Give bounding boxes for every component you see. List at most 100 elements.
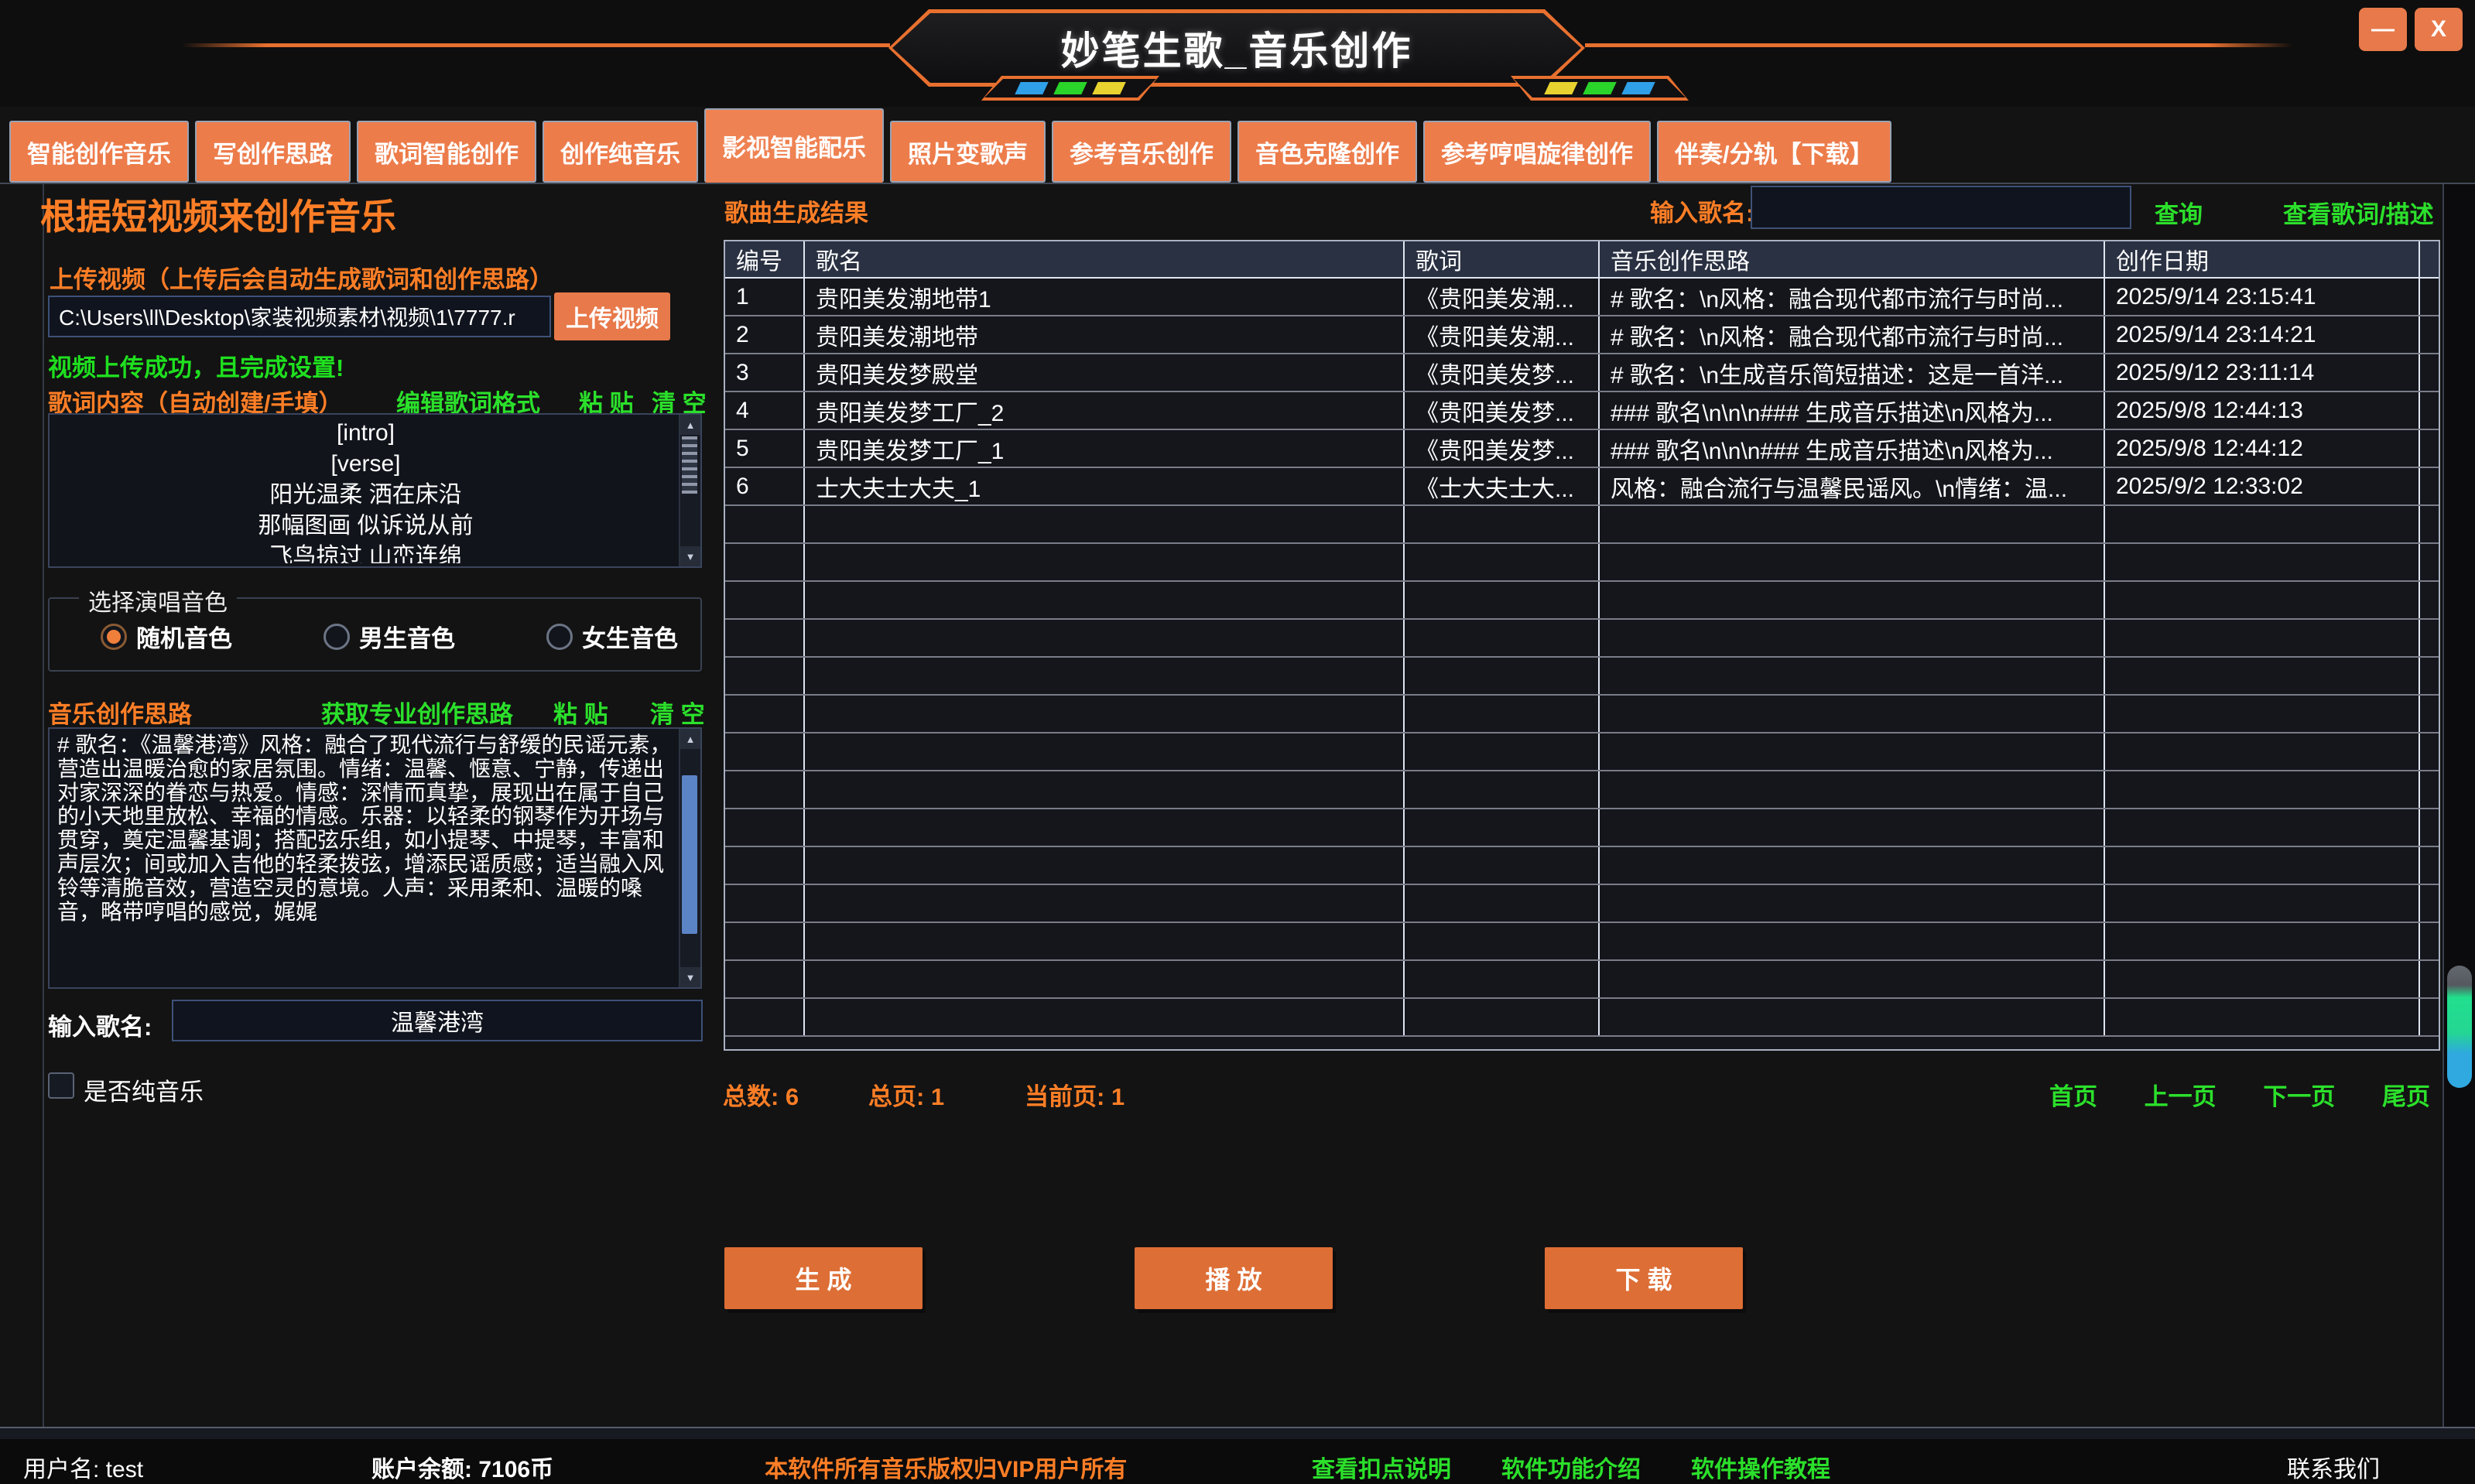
table-cell: [725, 620, 805, 656]
pagination: 首页 上一页 下一页 尾页: [2049, 1077, 2430, 1112]
tab-6[interactable]: 照片变歌声: [890, 121, 1046, 183]
lyrics-textarea[interactable]: [intro] [verse] 阳光温柔 洒在床沿 那幅图画 似诉说从前 飞鸟掠…: [48, 413, 702, 568]
table-cell: 贵阳美发潮地带1: [805, 279, 1405, 315]
tab-8[interactable]: 音色克隆创作: [1238, 121, 1417, 183]
prev-page-link[interactable]: 上一页: [2145, 1077, 2217, 1112]
tab-4[interactable]: 创作纯音乐: [543, 121, 698, 183]
table-cell: [2420, 847, 2440, 884]
video-path-input[interactable]: [48, 296, 551, 337]
table-row[interactable]: 5贵阳美发梦工厂_1《贵阳美发梦...### 歌名\n\n\n### 生成音乐描…: [725, 430, 2439, 468]
column-header: 编号: [725, 241, 805, 277]
upload-status-text: 视频上传成功，且完成设置!: [48, 348, 344, 383]
tab-7[interactable]: 参考音乐创作: [1052, 121, 1231, 183]
table-row-empty: [725, 999, 2439, 1037]
chip-blue-icon: [1621, 82, 1655, 94]
generate-button[interactable]: 生 成: [724, 1247, 923, 1309]
features-link[interactable]: 软件功能介绍: [1501, 1450, 1641, 1484]
table-cell: [1405, 733, 1600, 770]
radio-label: 女生音色: [582, 619, 678, 654]
table-cell: [1600, 999, 2105, 1035]
left-panel-border: [43, 184, 44, 1428]
table-cell: [2105, 506, 2420, 542]
get-pro-idea-link[interactable]: 获取专业创作思路: [321, 695, 513, 730]
main-scrollbar-track[interactable]: [2442, 184, 2475, 1427]
table-cell: [2105, 999, 2420, 1035]
search-song-name-input[interactable]: [1751, 186, 2131, 229]
download-button[interactable]: 下 载: [1545, 1247, 1743, 1309]
next-page-link[interactable]: 下一页: [2263, 1077, 2335, 1112]
chip-yellow-icon: [1544, 82, 1577, 94]
tab-10[interactable]: 伴奏/分轨【下载】: [1657, 121, 1891, 183]
table-cell: [1600, 733, 2105, 770]
table-row[interactable]: 6士大夫士大夫_1《士大夫士大...风格：融合流行与温馨民谣风。\n情绪：温..…: [725, 468, 2439, 506]
table-cell: [725, 733, 805, 770]
voice-option-3[interactable]: 女生音色: [546, 619, 678, 654]
table-row-empty: [725, 620, 2439, 658]
tab-9[interactable]: 参考哼唱旋律创作: [1423, 121, 1651, 183]
table-cell: 贵阳美发梦工厂_2: [805, 392, 1405, 429]
main-scrollbar-thumb[interactable]: [2447, 966, 2472, 1088]
tutorial-link[interactable]: 软件操作教程: [1691, 1450, 1830, 1484]
voice-option-1[interactable]: 随机音色: [101, 619, 232, 654]
tab-2[interactable]: 写创作思路: [195, 121, 351, 183]
table-cell: [1405, 847, 1600, 884]
upload-video-button[interactable]: 上传视频: [554, 292, 670, 340]
deduction-info-link[interactable]: 查看扣点说明: [1312, 1450, 1451, 1484]
table-row[interactable]: 1贵阳美发潮地带1《贵阳美发潮...# 歌名：\n风格：融合现代都市流行与时尚.…: [725, 279, 2439, 316]
scroll-down-icon[interactable]: ▼: [680, 546, 700, 566]
divider: [0, 183, 2475, 184]
table-cell: [2105, 544, 2420, 580]
chip-green-icon: [1053, 82, 1087, 94]
table-cell: [1600, 658, 2105, 694]
scroll-thumb[interactable]: [682, 775, 697, 934]
idea-scrollbar[interactable]: ▲ ▼: [679, 729, 700, 987]
lyrics-scrollbar[interactable]: ▲ ▼: [679, 415, 700, 566]
table-cell: [2105, 696, 2420, 732]
pure-music-checkbox[interactable]: [48, 1072, 74, 1099]
logo-chips-left-inner: [984, 79, 1156, 97]
tab-1[interactable]: 智能创作音乐: [9, 121, 189, 183]
table-cell: [805, 961, 1405, 997]
idea-clear-link[interactable]: 清 空: [650, 695, 705, 730]
play-button[interactable]: 播 放: [1135, 1247, 1333, 1309]
query-link[interactable]: 查询: [2155, 195, 2203, 230]
close-button[interactable]: X: [2415, 8, 2463, 51]
title-bar: 妙笔生歌_音乐创作 — X: [0, 0, 2475, 107]
last-page-link[interactable]: 尾页: [2382, 1077, 2430, 1112]
idea-paste-link[interactable]: 粘 贴: [553, 695, 608, 730]
radio-icon: [546, 624, 573, 650]
table-row-empty: [725, 696, 2439, 733]
logo-line-right: [1585, 43, 2293, 47]
table-cell: [2105, 771, 2420, 808]
tab-5[interactable]: 影视智能配乐: [704, 108, 884, 183]
table-cell: [1600, 582, 2105, 618]
table-cell: [2105, 809, 2420, 846]
voice-select-group: 选择演唱音色 随机音色男生音色女生音色: [48, 597, 702, 672]
radio-selected-icon: [101, 624, 127, 650]
column-header: 音乐创作思路: [1600, 241, 2105, 277]
table-cell: [1600, 620, 2105, 656]
scroll-up-icon[interactable]: ▲: [680, 729, 700, 749]
scroll-thumb[interactable]: [682, 436, 697, 494]
table-row[interactable]: 4贵阳美发梦工厂_2《贵阳美发梦...### 歌名\n\n\n### 生成音乐描…: [725, 392, 2439, 430]
scroll-up-icon[interactable]: ▲: [680, 415, 700, 435]
table-row[interactable]: 3贵阳美发梦殿堂《贵阳美发梦...# 歌名：\n生成音乐简短描述：这是一首洋..…: [725, 354, 2439, 392]
scroll-down-icon[interactable]: ▼: [680, 967, 700, 987]
table-cell: [2420, 961, 2440, 997]
table-cell: 1: [725, 279, 805, 315]
view-lyrics-desc-link[interactable]: 查看歌词/描述: [2283, 195, 2434, 230]
voice-option-2[interactable]: 男生音色: [323, 619, 455, 654]
tab-3[interactable]: 歌词智能创作: [357, 121, 536, 183]
minimize-button[interactable]: —: [2359, 8, 2407, 51]
idea-textarea[interactable]: # 歌名：《温馨港湾》风格：融合了现代流行与舒缓的民谣元素，营造出温暖治愈的家居…: [48, 727, 702, 989]
table-row-empty: [725, 809, 2439, 847]
song-name-input[interactable]: [172, 1000, 703, 1041]
first-page-link[interactable]: 首页: [2049, 1077, 2097, 1112]
table-cell: [1405, 506, 1600, 542]
table-row[interactable]: 2贵阳美发潮地带《贵阳美发潮...# 歌名：\n风格：融合现代都市流行与时尚..…: [725, 316, 2439, 354]
logo-chips-right: [1511, 76, 1689, 101]
table-row-empty: [725, 544, 2439, 582]
table-cell: [2420, 468, 2440, 504]
table-row-empty: [725, 847, 2439, 885]
contact-us-link[interactable]: 联系我们: [2287, 1450, 2380, 1484]
